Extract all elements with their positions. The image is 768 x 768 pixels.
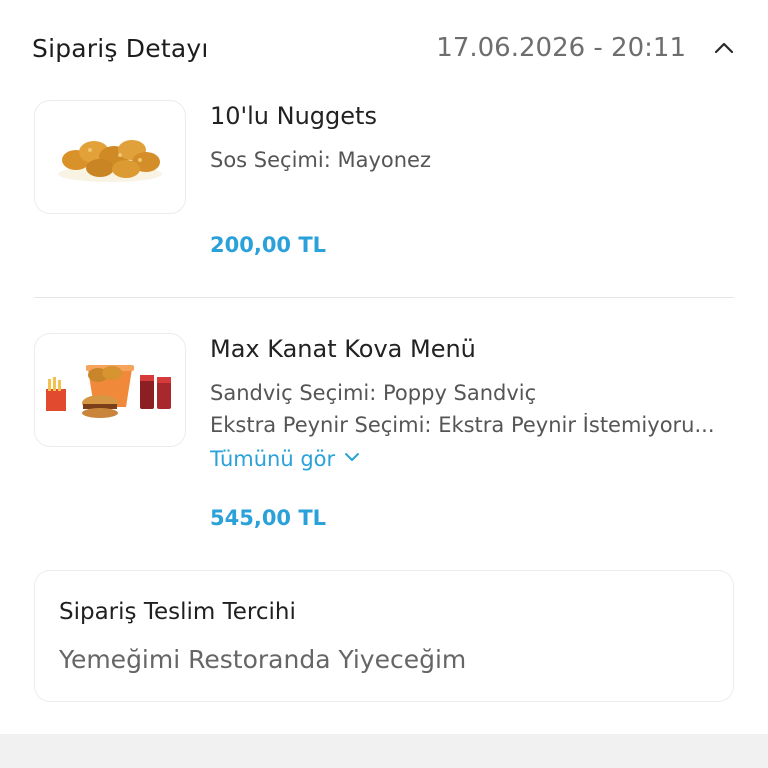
delivery-preference-card: Sipariş Teslim Tercihi Yemeğimi Restoran…	[34, 570, 734, 702]
option-key: Sandviç Seçimi:	[210, 381, 377, 405]
option-key: Ekstra Peynir Seçimi:	[210, 413, 432, 437]
chevron-up-icon[interactable]	[712, 36, 736, 60]
item-name: Max Kanat Kova Menü	[210, 335, 476, 363]
option-key: Sos Seçimi:	[210, 148, 331, 172]
nuggets-image	[34, 100, 186, 214]
option-value: Poppy Sandviç	[383, 381, 537, 405]
order-item: Max Kanat Kova Menü Sandviç Seçimi: Popp…	[34, 333, 734, 543]
item-option: Ekstra Peynir Seçimi: Ekstra Peynir İste…	[210, 413, 734, 437]
see-all-link[interactable]: Tümünü gör	[210, 447, 734, 471]
order-item: 10'lu Nuggets Sos Seçimi: Mayonez 200,00…	[34, 100, 734, 270]
order-datetime: 17.06.2026 - 20:11	[436, 33, 686, 63]
item-name: 10'lu Nuggets	[210, 102, 377, 130]
order-detail-header[interactable]: Sipariş Detayı 17.06.2026 - 20:11	[32, 26, 736, 70]
option-value: Mayonez	[337, 148, 431, 172]
item-option: Sandviç Seçimi: Poppy Sandviç	[210, 381, 734, 405]
page-title: Sipariş Detayı	[32, 33, 209, 63]
see-all-label: Tümünü gör	[210, 447, 336, 471]
option-value: Ekstra Peynir İstemiyoru...	[438, 413, 715, 437]
footer-separator	[0, 734, 768, 768]
bucket-menu-image	[34, 333, 186, 447]
item-option: Sos Seçimi: Mayonez	[210, 148, 734, 172]
delivery-preference-title: Sipariş Teslim Tercihi	[59, 599, 296, 625]
item-price: 545,00 TL	[210, 506, 327, 530]
divider	[34, 297, 734, 298]
chevron-down-icon	[343, 447, 361, 471]
delivery-preference-value: Yemeğimi Restoranda Yiyeceğim	[59, 645, 467, 674]
item-price: 200,00 TL	[210, 233, 327, 257]
